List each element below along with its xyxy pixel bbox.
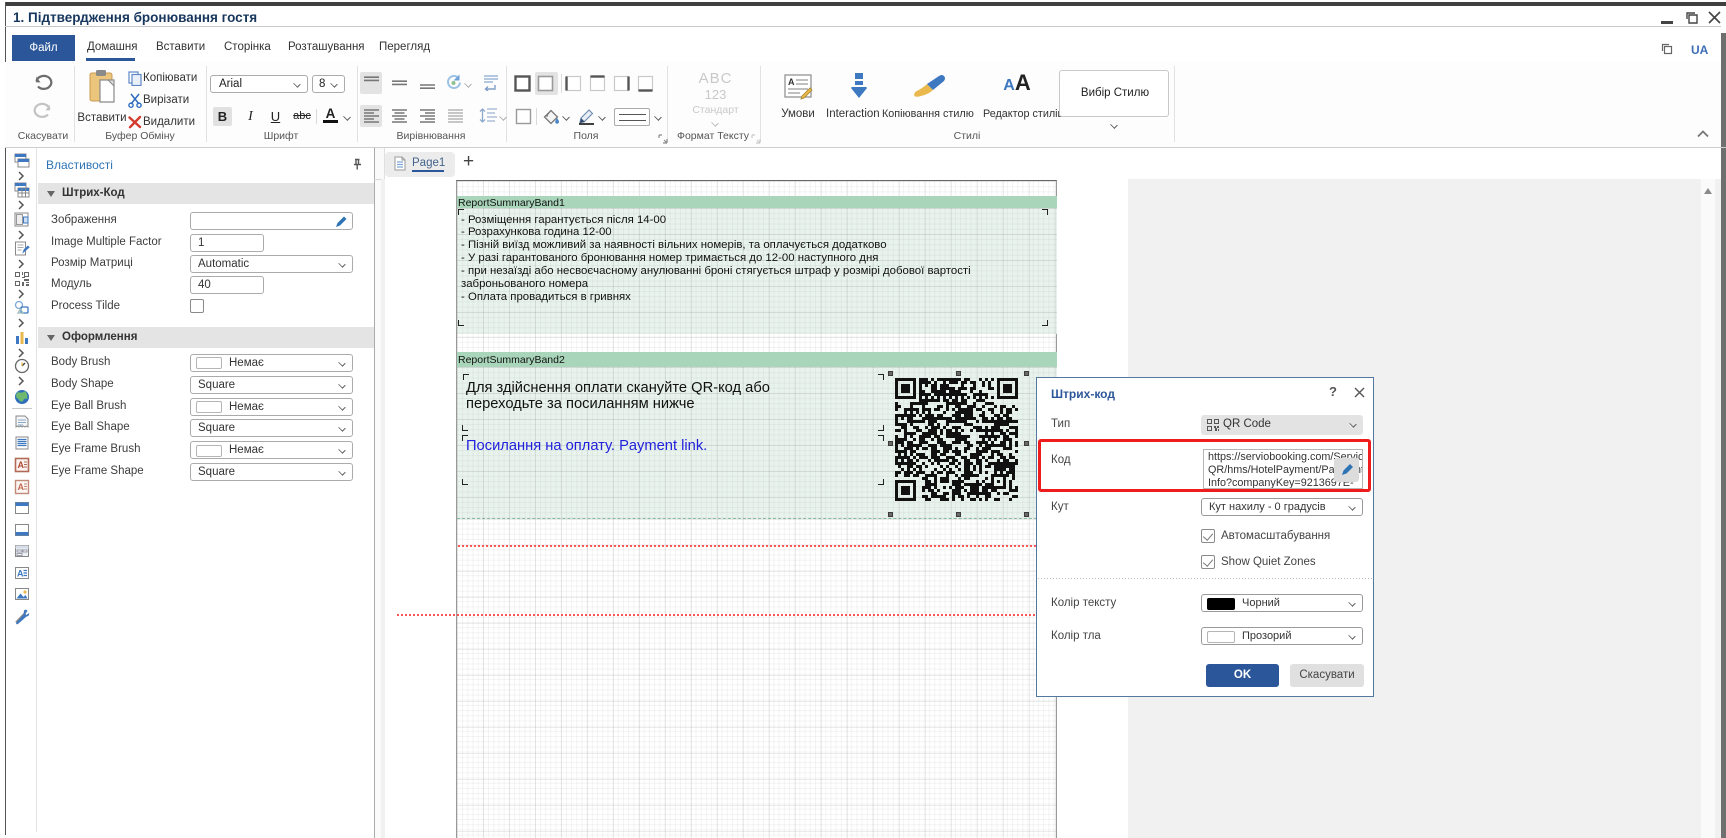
svg-text:A: A (18, 482, 25, 492)
svg-text:A: A (788, 77, 795, 87)
svg-text:A: A (18, 460, 25, 470)
svg-text:A: A (17, 569, 24, 579)
